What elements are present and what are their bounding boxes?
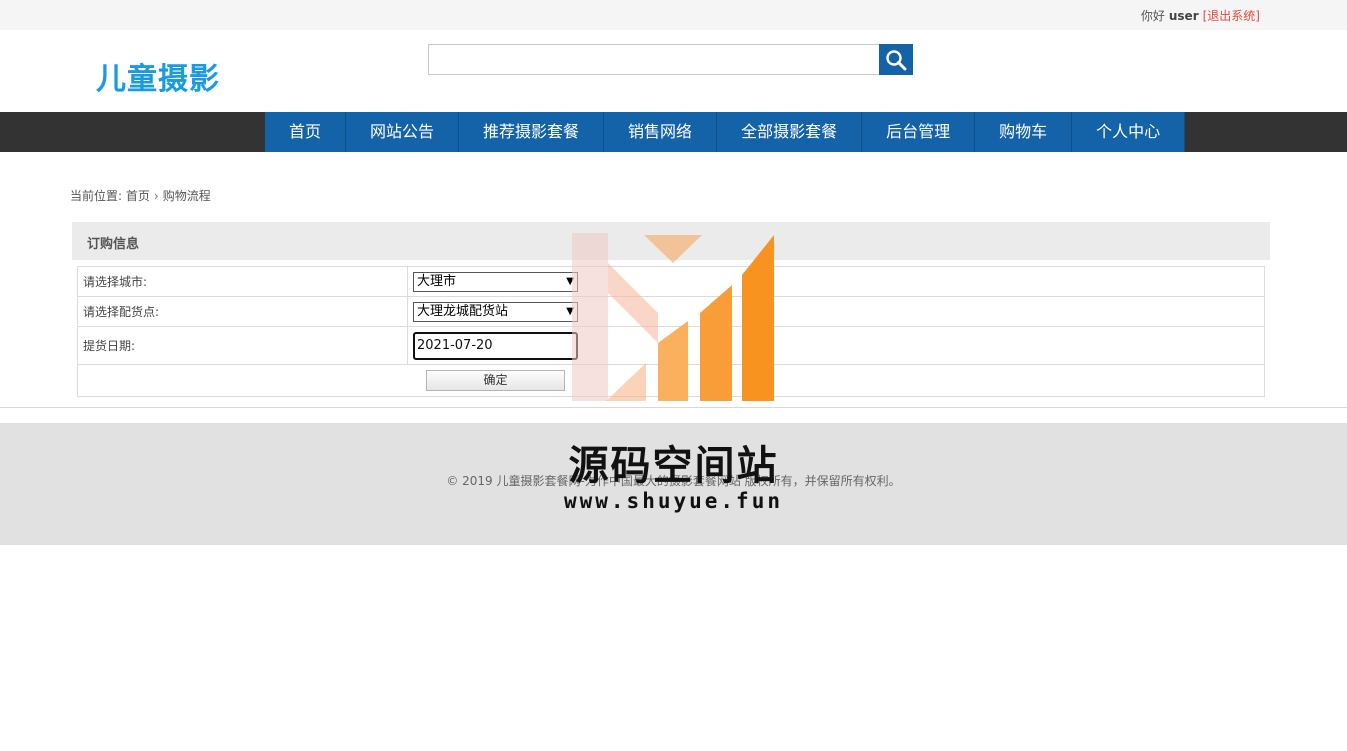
- station-select[interactable]: 大理龙城配货站 ▼: [413, 301, 578, 322]
- date-cell: 2021-07-20: [407, 326, 1265, 365]
- pickup-date-input[interactable]: 2021-07-20: [413, 331, 578, 360]
- city-label: 请选择城市:: [77, 266, 408, 297]
- order-panel-title: 订购信息: [87, 237, 140, 252]
- date-label: 提货日期:: [77, 326, 408, 365]
- nav-item-announcements[interactable]: 网站公告: [346, 112, 460, 152]
- city-cell: 大理市 ▼: [407, 266, 1265, 297]
- station-label: 请选择配货点:: [77, 296, 408, 327]
- user-info: 你好 user [退出系统]: [1141, 7, 1260, 24]
- confirm-button[interactable]: 确定: [426, 370, 565, 391]
- nav-item-all-packages[interactable]: 全部摄影套餐: [717, 112, 863, 152]
- nav-item-sales-network[interactable]: 销售网络: [604, 112, 718, 152]
- nav-item-cart[interactable]: 购物车: [975, 112, 1073, 152]
- nav-item-home[interactable]: 首页: [265, 112, 347, 152]
- station-cell: 大理龙城配货站 ▼: [407, 296, 1265, 327]
- city-value: 大理市: [417, 273, 457, 289]
- watermark-title: 源码空间站: [568, 443, 779, 489]
- greeting-text: 你好: [1140, 9, 1165, 23]
- search-button[interactable]: [879, 44, 913, 75]
- header: 儿童摄影: [0, 30, 1347, 112]
- watermark-logo-icon: [572, 233, 774, 401]
- nav-item-profile[interactable]: 个人中心: [1072, 112, 1186, 152]
- breadcrumb-current: 购物流程: [162, 189, 211, 203]
- main-nav: 首页 网站公告 推荐摄影套餐 销售网络 全部摄影套餐 后台管理 购物车 个人中心: [0, 112, 1347, 152]
- station-value: 大理龙城配货站: [417, 303, 509, 319]
- watermark-url: www.shuyue.fun: [563, 489, 783, 513]
- nav-items: 首页 网站公告 推荐摄影套餐 销售网络 全部摄影套餐 后台管理 购物车 个人中心: [265, 112, 1186, 152]
- top-bar: 你好 user [退出系统]: [0, 0, 1347, 30]
- username: user: [1168, 9, 1199, 23]
- logout-link[interactable]: [退出系统]: [1203, 9, 1260, 23]
- footer-divider: [0, 407, 1347, 408]
- nav-item-recommended[interactable]: 推荐摄影套餐: [459, 112, 605, 152]
- site-logo[interactable]: 儿童摄影: [96, 54, 220, 98]
- breadcrumb-home[interactable]: 首页: [126, 189, 150, 203]
- breadcrumb-prefix: 当前位置:: [70, 189, 123, 203]
- breadcrumb: 当前位置: 首页 › 购物流程: [70, 187, 211, 204]
- search-icon: [886, 50, 907, 71]
- nav-item-admin[interactable]: 后台管理: [862, 112, 976, 152]
- chevron-right-icon: ›: [153, 189, 159, 203]
- city-select[interactable]: 大理市 ▼: [413, 271, 578, 292]
- search-input[interactable]: [428, 44, 880, 75]
